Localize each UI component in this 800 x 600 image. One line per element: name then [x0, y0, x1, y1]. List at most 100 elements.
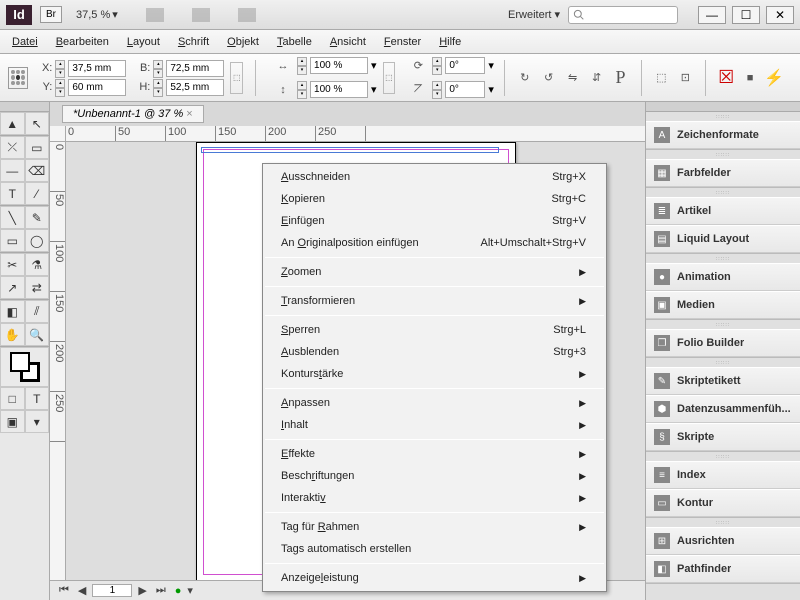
preview-mode-icon[interactable]: ▾ — [25, 410, 50, 433]
panel-artikel[interactable]: ≣Artikel — [646, 197, 800, 225]
menu-edit[interactable]: Bearbeiten — [56, 36, 109, 48]
fill-stroke-swatch[interactable] — [0, 347, 49, 387]
vertical-ruler[interactable]: 050100150200250 — [50, 142, 66, 580]
cm-tags-automatisch-erstellen[interactable]: Tags automatisch erstellen — [263, 538, 606, 560]
cm-anpassen[interactable]: Anpassen▶ — [263, 392, 606, 414]
y-input[interactable] — [68, 79, 126, 96]
close-button[interactable]: ✕ — [766, 6, 794, 24]
tool-9[interactable]: ✎ — [25, 206, 50, 229]
panel-foliobuilder[interactable]: ❐Folio Builder — [646, 329, 800, 357]
w-input[interactable] — [166, 60, 224, 77]
tool-10[interactable]: ▭ — [0, 229, 25, 252]
cm-kopieren[interactable]: KopierenStrg+C — [263, 188, 606, 210]
flip-h-icon[interactable]: ⇋ — [563, 67, 583, 89]
menu-object[interactable]: Objekt — [227, 36, 259, 48]
tool-0[interactable]: ▲ — [0, 112, 25, 135]
screen-mode-icon[interactable] — [192, 8, 210, 22]
document-tab[interactable]: *Unbenannt-1 @ 37 % — [62, 105, 204, 123]
reference-point[interactable] — [8, 67, 28, 89]
constrain-scale-icon[interactable]: ⬚ — [383, 62, 396, 94]
tool-6[interactable]: T — [0, 182, 25, 205]
select-container-icon[interactable]: ⬚ — [651, 67, 671, 89]
search-input[interactable] — [568, 6, 678, 24]
cm-an-originalposition-einf-gen[interactable]: An Originalposition einfügenAlt+Umschalt… — [263, 232, 606, 254]
x-input[interactable] — [68, 60, 126, 77]
page-number-input[interactable] — [92, 584, 132, 597]
menu-table[interactable]: Tabelle — [277, 36, 312, 48]
horizontal-ruler[interactable]: 050100150200250 — [50, 126, 645, 142]
panel-skripte[interactable]: §Skripte — [646, 423, 800, 451]
cm-interaktiv[interactable]: Interaktiv▶ — [263, 487, 606, 509]
arrange-icon[interactable] — [146, 8, 164, 22]
rotate-ccw-icon[interactable]: ↺ — [539, 67, 559, 89]
panel-liquidlayout[interactable]: ▤Liquid Layout — [646, 225, 800, 253]
panel-index[interactable]: ≡Index — [646, 461, 800, 489]
menu-type[interactable]: Schrift — [178, 36, 209, 48]
last-page-icon[interactable]: ⏭ — [153, 584, 169, 597]
rotate-cw-icon[interactable]: ↻ — [515, 67, 535, 89]
stroke-swatch-icon[interactable]: ■ — [740, 67, 760, 89]
cm-transformieren[interactable]: Transformieren▶ — [263, 290, 606, 312]
cm-sperren[interactable]: SperrenStrg+L — [263, 319, 606, 341]
tool-14[interactable]: ↗ — [0, 276, 25, 299]
tool-11[interactable]: ◯ — [25, 229, 50, 252]
rotate-input[interactable] — [445, 57, 485, 74]
tool-1[interactable]: ↖ — [25, 112, 50, 135]
maximize-button[interactable]: ☐ — [732, 6, 760, 24]
next-page-icon[interactable]: ▶ — [135, 584, 149, 597]
cm-zoomen[interactable]: Zoomen▶ — [263, 261, 606, 283]
scale-x-input[interactable] — [310, 57, 368, 74]
first-page-icon[interactable]: ⏮ — [56, 584, 72, 597]
panel-skriptetikett[interactable]: ✎Skriptetikett — [646, 367, 800, 395]
cm-konturst-rke[interactable]: Konturstärke▶ — [263, 363, 606, 385]
tool-3[interactable]: ▭ — [25, 136, 50, 159]
menu-help[interactable]: Hilfe — [439, 36, 461, 48]
quick-apply-icon[interactable]: ⚡ — [764, 68, 792, 88]
cm-anzeigeleistung[interactable]: Anzeigeleistung▶ — [263, 567, 606, 589]
tool-13[interactable]: ⚗ — [25, 253, 50, 276]
flip-v-icon[interactable]: ⇵ — [587, 67, 607, 89]
tool-17[interactable]: ⫽ — [25, 300, 50, 323]
panel-zeichenformate[interactable]: AZeichenformate — [646, 121, 800, 149]
tool-5[interactable]: ⌫ — [25, 159, 50, 182]
cm-inhalt[interactable]: Inhalt▶ — [263, 414, 606, 436]
menu-view[interactable]: Ansicht — [330, 36, 366, 48]
view-options-icon[interactable] — [238, 8, 256, 22]
tool-7[interactable]: ⁄ — [25, 182, 50, 205]
select-content-icon[interactable]: ⊡ — [675, 67, 695, 89]
bridge-badge[interactable]: Br — [40, 6, 62, 23]
tool-16[interactable]: ◧ — [0, 300, 25, 323]
workspace-switcher[interactable]: Erweitert ▾ — [500, 8, 568, 21]
paragraph-icon[interactable]: P — [611, 67, 631, 89]
shear-input[interactable] — [445, 81, 485, 98]
tool-8[interactable]: ╲ — [0, 206, 25, 229]
view-mode-icon[interactable]: ▣ — [0, 410, 25, 433]
menu-layout[interactable]: Layout — [127, 36, 160, 48]
tool-19[interactable]: 🔍 — [25, 323, 50, 346]
panel-farbfelder[interactable]: ▦Farbfelder — [646, 159, 800, 187]
menu-file[interactable]: Datei — [12, 36, 38, 48]
apply-text-icon[interactable]: T — [25, 387, 50, 410]
panel-pathfinder[interactable]: ◧Pathfinder — [646, 555, 800, 583]
tool-12[interactable]: ✂ — [0, 253, 25, 276]
scale-y-input[interactable] — [310, 81, 368, 98]
cm-ausschneiden[interactable]: AusschneidenStrg+X — [263, 166, 606, 188]
cm-effekte[interactable]: Effekte▶ — [263, 443, 606, 465]
tool-15[interactable]: ⇄ — [25, 276, 50, 299]
apply-color-icon[interactable]: □ — [0, 387, 25, 410]
h-input[interactable] — [166, 79, 224, 96]
prev-page-icon[interactable]: ◀ — [75, 584, 89, 597]
tool-4[interactable]: — — [0, 159, 25, 182]
minimize-button[interactable]: — — [698, 6, 726, 24]
panel-kontur[interactable]: ▭Kontur — [646, 489, 800, 517]
fill-none-icon[interactable]: ☒ — [716, 67, 736, 89]
preflight-icon[interactable]: ● — [175, 585, 182, 597]
zoom-level[interactable]: 37,5 %▾ — [72, 6, 122, 23]
cm-einf-gen[interactable]: EinfügenStrg+V — [263, 210, 606, 232]
cm-beschriftungen[interactable]: Beschriftungen▶ — [263, 465, 606, 487]
panel-animation[interactable]: ●Animation — [646, 263, 800, 291]
tool-2[interactable]: ⤫ — [0, 136, 25, 159]
constrain-wh-icon[interactable]: ⬚ — [230, 62, 243, 94]
cm-ausblenden[interactable]: AusblendenStrg+3 — [263, 341, 606, 363]
selected-frame[interactable] — [201, 147, 499, 153]
